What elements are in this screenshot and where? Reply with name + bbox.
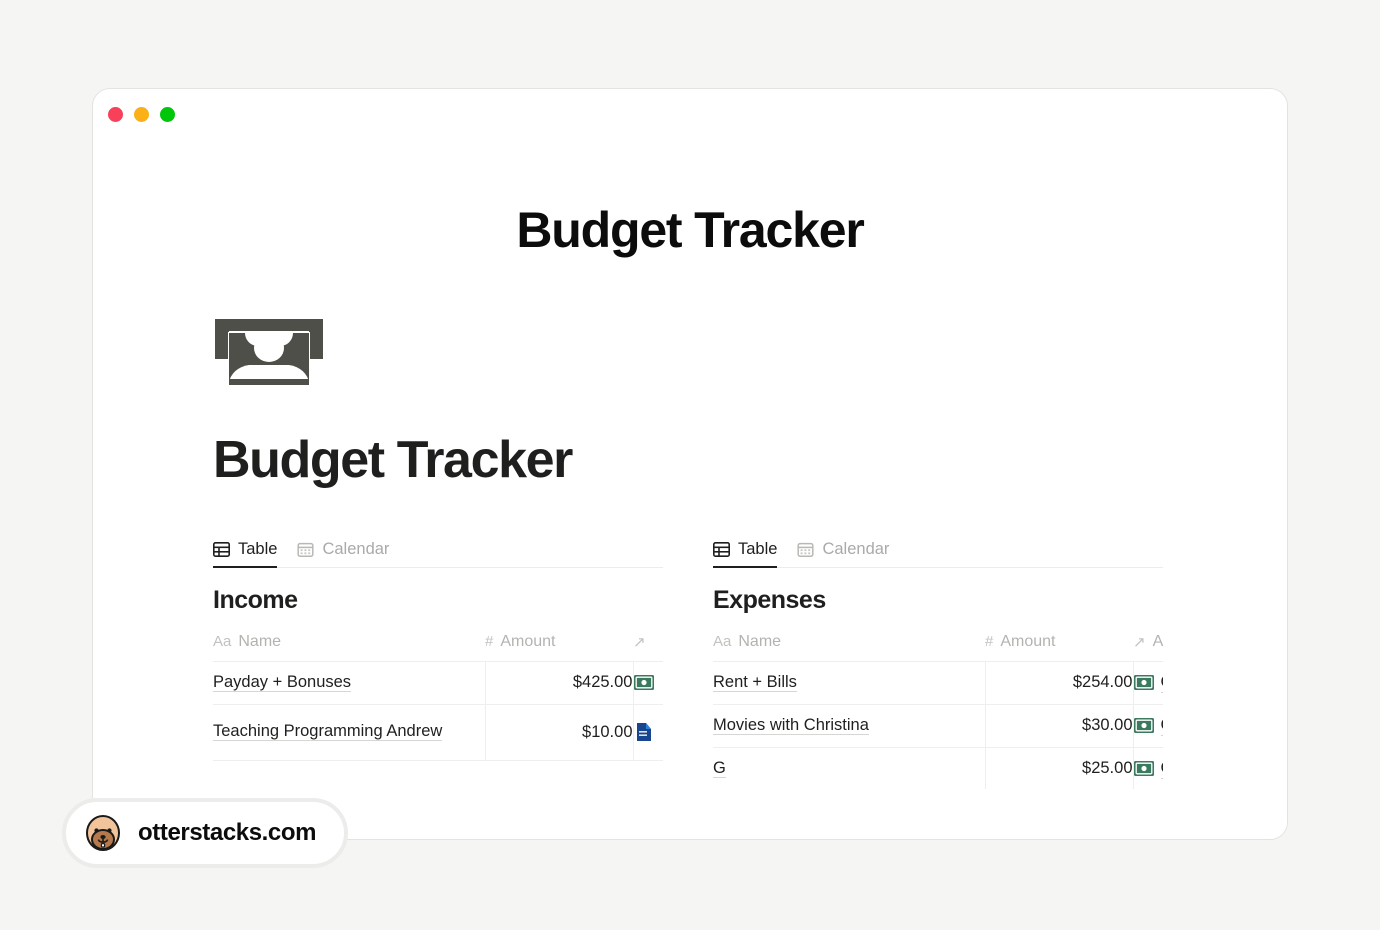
tab-expenses-calendar[interactable]: Calendar [797,540,889,567]
expenses-view-tabs: Table Calendar [713,532,1163,568]
income-view-tabs: Table Calendar [213,532,663,568]
expenses-col-account-label: Acc [1152,632,1163,650]
expenses-row-2-amount[interactable]: $25.00 [984,747,1133,791]
expenses-title: Expenses [713,586,826,614]
bank-icon [636,723,651,741]
income-col-amount[interactable]: # Amount [485,627,633,662]
app-window: Budget Tracker Budget Tracker Table Cale… [92,88,1288,840]
page-title: Budget Tracker [213,431,573,489]
database-expenses: Table Calendar Expenses Aa Name # Amount… [713,532,1163,791]
number-type-icon: # [985,633,994,651]
number-type-icon: # [485,633,494,651]
money-icon [633,675,654,690]
document-body: Budget Tracker Table Calendar Income Aa … [93,317,1287,791]
table-row[interactable]: Movies with Christina $30.00 [713,704,1163,748]
tab-expenses-table[interactable]: Table [713,540,778,568]
hero-title: Budget Tracker [516,202,864,258]
expenses-table-header-row: Aa Name # Amount ↗ A [713,627,1163,662]
expenses-row-1-account[interactable]: Ca [1132,704,1163,748]
window-minimize-button[interactable] [134,106,149,122]
table-icon [213,541,230,557]
table-row[interactable]: G $25.00 Ca [713,747,1163,791]
calendar-icon [297,542,315,557]
expenses-col-amount-label: Amount [1000,632,1056,650]
money-icon [1133,761,1154,776]
income-col-name-label: Name [238,632,282,650]
tab-expenses-calendar-label: Calendar [822,540,890,558]
income-col-name[interactable]: Aa Name [213,627,485,662]
money-icon [1133,718,1154,733]
expenses-col-name-label: Name [738,632,782,650]
table-row[interactable]: Rent + Bills $254.00 [713,661,1163,705]
title-type-icon: Aa [213,633,232,651]
expenses-table: Aa Name # Amount ↗ A Rent + Bills $254.0… [713,627,1163,791]
expenses-row-0-account-label: Ca [1160,673,1163,693]
expenses-row-0-amount[interactable]: $254.00 [984,661,1133,705]
income-row-0-amount[interactable]: $425.00 [484,661,633,705]
table-row[interactable]: Teaching Programming Andrew $10.00 [213,704,663,761]
income-row-1-amount[interactable]: $10.00 [484,704,633,761]
window-close-button[interactable] [108,106,123,122]
expenses-row-0-name[interactable]: Rent + Bills [713,661,985,705]
expenses-row-2-account[interactable]: Ca [1132,747,1163,791]
income-row-1-account[interactable] [632,704,663,761]
expenses-col-name[interactable]: Aa Name [713,627,985,662]
income-row-0-name[interactable]: Payday + Bonuses [213,661,485,705]
expenses-row-1-name[interactable]: Movies with Christina [713,704,985,748]
tab-expenses-table-label: Table [738,540,778,558]
table-row[interactable]: Payday + Bonuses $425.00 [213,661,663,705]
watermark-badge[interactable]: otterstacks.com [62,798,349,868]
tab-income-calendar-label: Calendar [322,540,390,558]
window-maximize-button[interactable] [160,106,175,122]
relation-type-icon: ↗ [633,633,646,651]
banknote-icon[interactable] [213,317,325,385]
expenses-row-1-amount[interactable]: $30.00 [984,704,1133,748]
income-table-header-row: Aa Name # Amount ↗ [213,627,663,662]
calendar-icon [797,542,815,557]
income-title: Income [213,586,298,614]
income-col-amount-label: Amount [500,632,556,650]
relation-type-icon: ↗ [1133,633,1146,651]
money-icon [1133,675,1154,690]
tab-income-table[interactable]: Table [213,540,278,568]
watermark-label: otterstacks.com [138,819,317,846]
title-type-icon: Aa [713,633,732,651]
expenses-row-0-account[interactable]: Ca [1132,661,1163,705]
expenses-row-2-account-label: Ca [1160,759,1163,779]
window-titlebar [93,89,1287,139]
expenses-row-1-account-label: Ca [1160,716,1163,736]
table-icon [713,541,730,557]
otter-avatar [86,815,120,851]
income-table: Aa Name # Amount ↗ Payday + Bonuses $425… [213,627,663,761]
expenses-col-amount[interactable]: # Amount [985,627,1133,662]
database-income: Table Calendar Income Aa Name # Amount ↗… [213,532,663,791]
income-row-0-account[interactable] [632,661,663,705]
expenses-row-2-name[interactable]: G [713,747,985,791]
income-col-account[interactable]: ↗ [633,627,663,662]
tab-income-table-label: Table [238,540,278,558]
income-row-1-name[interactable]: Teaching Programming Andrew [213,704,485,761]
expenses-col-account[interactable]: ↗ Acc [1133,627,1163,662]
database-row: Table Calendar Income Aa Name # Amount ↗… [213,532,1287,791]
tab-income-calendar[interactable]: Calendar [297,540,389,567]
